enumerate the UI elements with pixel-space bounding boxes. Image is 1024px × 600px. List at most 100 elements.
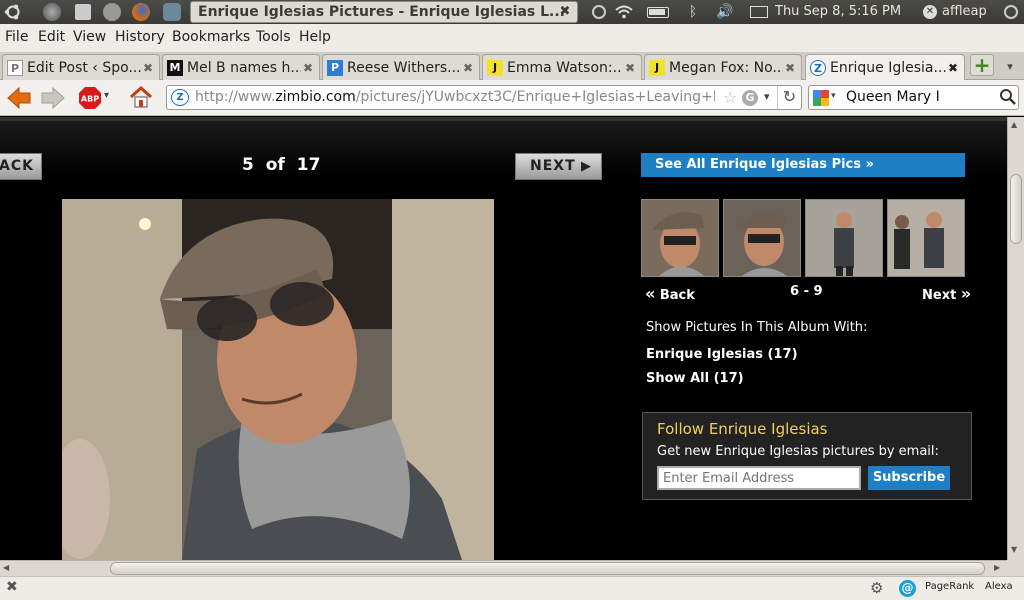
tab-edit-post[interactable]: P Edit Post ‹ Spo... ✖ [2, 54, 160, 80]
wifi-icon[interactable] [614, 0, 634, 24]
forward-arrow-icon[interactable] [40, 86, 66, 110]
menu-file[interactable]: File [5, 29, 28, 45]
horizontal-scroll-thumb[interactable] [110, 562, 985, 575]
album-link-show-all[interactable]: Show All (17) [646, 371, 744, 386]
thumbnail-3[interactable] [805, 199, 883, 277]
close-tab-icon[interactable]: ✖ [301, 61, 315, 75]
photo-counter: 5 of 17 [242, 155, 320, 175]
bookmark-star-icon[interactable]: ☆ [723, 88, 737, 107]
search-bar[interactable]: ▾ Queen Mary I [808, 85, 1019, 110]
reload-icon[interactable]: ↻ [777, 86, 801, 109]
at-icon[interactable]: @ [899, 580, 916, 597]
power-menu-icon[interactable] [1000, 0, 1022, 24]
tab-label: Edit Post ‹ Spo... [27, 59, 141, 76]
scroll-down-icon[interactable]: ▼ [1011, 545, 1017, 554]
power-icon[interactable] [590, 0, 608, 24]
tab-enrique-iglesias[interactable]: Z Enrique Iglesia... ✖ [805, 54, 965, 81]
tab-list-icon[interactable]: ▾ [1002, 60, 1018, 74]
close-tab-icon[interactable]: ✖ [461, 61, 475, 75]
url-dropdown-icon[interactable]: ▾ [764, 90, 770, 103]
system-monitor-icon[interactable] [40, 0, 64, 24]
page-icon: P [7, 59, 23, 76]
close-icon[interactable]: ✖ [558, 5, 572, 19]
svg-text:ABP: ABP [81, 95, 99, 104]
firefox-icon[interactable] [129, 0, 153, 24]
close-findbar-icon[interactable]: ✖ [6, 579, 18, 595]
menu-tools[interactable]: Tools [256, 29, 291, 45]
back-arrow-icon[interactable] [6, 86, 32, 110]
ubuntu-logo-icon[interactable] [2, 0, 24, 24]
follow-box: Follow Enrique Iglesias Get new Enrique … [642, 412, 972, 500]
bluetooth-icon[interactable]: ᛒ [684, 0, 702, 24]
see-all-pics-link[interactable]: See All Enrique Iglesias Pics » [641, 153, 965, 177]
home-icon[interactable] [128, 85, 154, 109]
subscribe-button[interactable]: Subscribe [868, 466, 950, 490]
status-bar: ✖ ⚙ @ PageRank Alexa [0, 576, 1024, 600]
puzzle-icon[interactable] [160, 0, 184, 24]
vertical-scrollbar[interactable]: ▲ ▼ [1007, 117, 1024, 560]
thumbnail-4[interactable] [887, 199, 965, 277]
mail-icon[interactable] [748, 0, 770, 24]
tab-mel-b[interactable]: M Mel B names h... ✖ [162, 54, 320, 80]
thumbs-next-link[interactable]: Next » [922, 284, 971, 303]
menubar: File Edit View History Bookmarks Tools H… [0, 24, 1024, 52]
gear-icon[interactable]: ⚙ [870, 579, 883, 597]
horizontal-scrollbar[interactable]: ◀ ▶ [0, 560, 1007, 576]
menu-history[interactable]: History [115, 29, 165, 45]
next-button[interactable]: NEXT ▶ [515, 153, 602, 180]
google-icon[interactable] [813, 90, 829, 106]
counter-total: 17 [296, 155, 321, 175]
menu-help[interactable]: Help [299, 29, 331, 45]
close-tab-icon[interactable]: ✖ [946, 61, 960, 75]
tab-label: Emma Watson:... [507, 59, 623, 76]
scroll-left-icon[interactable]: ◀ [3, 563, 9, 572]
alexa-label[interactable]: Alexa [985, 581, 1013, 592]
album-heading: Show Pictures In This Album With: [646, 320, 868, 335]
url-bar[interactable]: Z http://www.zimbio.com/pictures/jYUwbcx… [166, 85, 802, 110]
pagerank-label[interactable]: PageRank [925, 581, 974, 592]
scroll-right-icon[interactable]: ▶ [994, 563, 1000, 572]
close-tab-icon[interactable]: ✖ [623, 61, 637, 75]
thumbnail-1[interactable] [641, 199, 719, 277]
username[interactable]: affleap [942, 0, 987, 24]
tab-megan-fox[interactable]: J Megan Fox: No... ✖ [644, 54, 802, 80]
search-input[interactable]: Queen Mary I [846, 89, 940, 105]
clock[interactable]: Thu Sep 8, 5:16 PM [775, 0, 901, 24]
album-link-enrique[interactable]: Enrique Iglesias (17) [646, 347, 798, 362]
search-engine-menu-icon[interactable]: ▾ [831, 91, 836, 101]
double-chevron-right-icon: » [960, 284, 972, 303]
url-text[interactable]: http://www.zimbio.com/pictures/jYUwbcxzt… [195, 89, 715, 105]
battery-icon[interactable] [644, 0, 672, 24]
thumbs-back-link[interactable]: « Back [645, 284, 695, 303]
adblock-icon[interactable]: ABP [78, 86, 102, 110]
menu-bookmarks[interactable]: Bookmarks [172, 29, 250, 45]
tab-emma-watson[interactable]: J Emma Watson:... ✖ [482, 54, 642, 80]
navigation-bar: ABP ▾ Z http://www.zimbio.com/pictures/j… [0, 80, 1024, 116]
system-panel: Enrique Iglesias Pictures - Enrique Igle… [0, 0, 1024, 24]
vertical-scroll-thumb[interactable] [1010, 174, 1022, 244]
close-tab-icon[interactable]: ✖ [141, 61, 155, 75]
menu-edit[interactable]: Edit [38, 29, 65, 45]
zimbio-favicon-icon: Z [810, 60, 826, 76]
main-photo[interactable] [62, 199, 494, 560]
new-tab-icon[interactable]: + [970, 54, 994, 76]
text-editor-icon[interactable] [72, 0, 94, 24]
user-status-icon[interactable]: ✕ [920, 0, 940, 24]
page-content: ACK 5 of 17 NEXT ▶ See All Enrique Igles… [0, 117, 1007, 560]
volume-icon[interactable]: 🔊 [712, 0, 738, 24]
settings-icon[interactable] [100, 0, 124, 24]
counter-current: 5 [242, 155, 254, 175]
scroll-up-icon[interactable]: ▲ [1011, 120, 1017, 129]
back-button[interactable]: ACK [0, 153, 42, 180]
g-icon[interactable]: G [742, 90, 758, 106]
search-icon[interactable] [999, 88, 1017, 106]
tab-reese-witherspoon[interactable]: P Reese Withers... ✖ [322, 54, 480, 80]
close-tab-icon[interactable]: ✖ [783, 61, 797, 75]
window-title[interactable]: Enrique Iglesias Pictures - Enrique Igle… [190, 1, 578, 23]
adblock-menu-icon[interactable]: ▾ [104, 90, 109, 101]
menu-view[interactable]: View [73, 29, 106, 45]
window-title-text: Enrique Iglesias Pictures - Enrique Igle… [198, 4, 565, 20]
site-identity-icon[interactable]: Z [171, 89, 189, 106]
thumbnail-2[interactable] [723, 199, 801, 277]
email-input[interactable] [657, 466, 861, 490]
